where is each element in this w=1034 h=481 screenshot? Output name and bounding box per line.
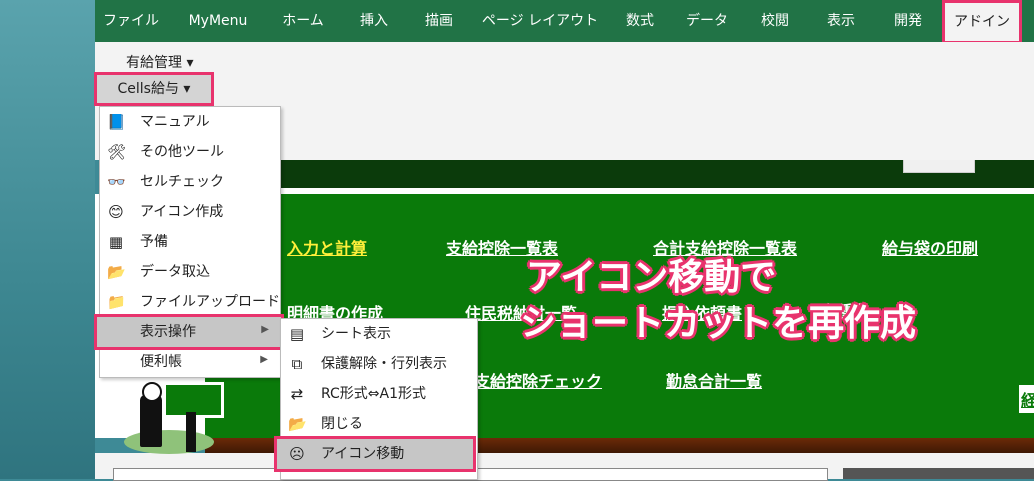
menu-item-display-ops[interactable]: 表示操作 ▶ (94, 314, 284, 350)
tab-view[interactable]: 表示 (811, 0, 871, 42)
menu-item-label: 予備 (140, 234, 168, 250)
tab-draw[interactable]: 描画 (410, 0, 468, 42)
illustration-grass (124, 430, 214, 454)
menu-item-label: アイコン作成 (140, 204, 224, 220)
menu-item-label: 表示操作 (140, 324, 196, 340)
tab-mymenu[interactable]: MyMenu (175, 0, 261, 42)
menu-item-label: データ取込 (140, 264, 210, 280)
submenu-arrow-icon: ▶ (260, 354, 268, 365)
tab-insert[interactable]: 挿入 (345, 0, 403, 42)
caption-line-2: ショートカットを再作成 (520, 303, 917, 344)
sad-face-icon: ☹ (289, 445, 305, 463)
illustration-person (140, 395, 162, 447)
paid-leave-button[interactable]: 有給管理 ▾ (126, 52, 193, 72)
sheet-image-fragment (903, 160, 975, 173)
unprotect-icon: ⧉ (291, 355, 303, 373)
illustration-pole (186, 412, 196, 452)
submenu-item-label: RC形式⇔A1形式 (321, 386, 427, 402)
link-input-calc[interactable]: 入力と計算 (287, 235, 367, 259)
display-ops-submenu: ▤ シート表示 ⧉ 保護解除・行列表示 ⇄ RC形式⇔A1形式 📂 閉じる ☹ … (274, 318, 478, 480)
tab-page-layout[interactable]: ページ レイアウト (475, 0, 605, 42)
sheet-header-band-right (1022, 160, 1034, 188)
menu-item-label: その他ツール (140, 144, 224, 160)
menu-item-label: 便利帳 (140, 354, 182, 370)
tab-file[interactable]: ファイル (95, 0, 167, 42)
menu-item-icon-create[interactable]: 😊 アイコン作成 (100, 197, 280, 227)
tools-icon: 🛠 (107, 143, 127, 161)
menu-item-other-tools[interactable]: 🛠 その他ツール (100, 137, 280, 167)
submenu-item-label: 閉じる (321, 416, 363, 432)
folder-upload-icon: 📁 (107, 293, 126, 311)
menu-item-manual[interactable]: 📘 マニュアル (100, 107, 280, 137)
link-partial[interactable]: 経 (1019, 385, 1034, 413)
submenu-item-close[interactable]: 📂 閉じる (281, 409, 477, 439)
menu-item-label: マニュアル (140, 114, 210, 130)
submenu-item-label: シート表示 (321, 326, 391, 342)
menu-item-handbook[interactable]: 便利帳 ▶ (100, 347, 280, 377)
tab-review[interactable]: 校閲 (746, 0, 804, 42)
tab-data[interactable]: データ (675, 0, 739, 42)
smiley-icon: 😊 (108, 203, 124, 221)
submenu-arrow-icon: ▶ (261, 324, 269, 335)
sheet-icon: ▤ (289, 325, 305, 343)
sheet-dark-box (843, 468, 1034, 479)
cells-salary-menu: 📘 マニュアル 🛠 その他ツール 👓 セルチェック 😊 アイコン作成 ▦ 予備 … (94, 106, 284, 378)
tab-addins[interactable]: アドイン (945, 3, 1019, 41)
caption-line-1: アイコン移動で (526, 257, 777, 298)
cells-salary-button[interactable]: Cells給与 ▾ (94, 72, 214, 106)
menu-item-label: ファイルアップロード (140, 294, 280, 310)
menu-item-data-import[interactable]: 📂 データ取込 (100, 257, 280, 287)
tab-developer[interactable]: 開発 (878, 0, 938, 42)
menu-item-file-upload[interactable]: 📁 ファイルアップロード (100, 287, 280, 317)
submenu-item-sheet-display[interactable]: ▤ シート表示 (281, 319, 477, 349)
menu-item-reserve[interactable]: ▦ 予備 (100, 227, 280, 257)
desktop-background (0, 0, 95, 479)
tab-home[interactable]: ホーム (268, 0, 338, 42)
illustration-person-head (142, 382, 162, 402)
submenu-item-label: 保護解除・行列表示 (321, 356, 447, 372)
caption-overlay: アイコン移動で ショートカットを再作成 (520, 255, 916, 347)
link-attendance-total[interactable]: 勤怠合計一覧 (666, 368, 762, 392)
submenu-item-rc-a1[interactable]: ⇄ RC形式⇔A1形式 (281, 379, 477, 409)
tab-formulas[interactable]: 数式 (612, 0, 668, 42)
format-switch-icon: ⇄ (290, 385, 304, 403)
link-payment-check[interactable]: 支給控除チェック (474, 368, 602, 392)
folder-import-icon: 📂 (107, 263, 126, 281)
submenu-item-unprotect[interactable]: ⧉ 保護解除・行列表示 (281, 349, 477, 379)
submenu-item-label: アイコン移動 (321, 446, 405, 462)
manual-icon: 📘 (107, 113, 126, 131)
glasses-icon: 👓 (107, 173, 126, 191)
menu-item-label: セルチェック (140, 174, 224, 190)
close-folder-icon: 📂 (288, 415, 307, 433)
submenu-item-icon-move[interactable]: ☹ アイコン移動 (274, 436, 476, 472)
menu-item-cell-check[interactable]: 👓 セルチェック (100, 167, 280, 197)
grid-icon: ▦ (108, 233, 124, 251)
